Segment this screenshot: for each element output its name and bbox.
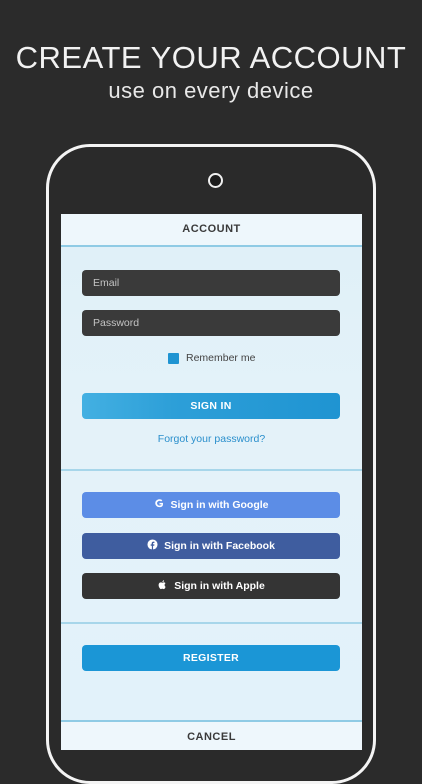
facebook-label: Sign in with Facebook [164,540,275,552]
remember-label: Remember me [186,352,256,364]
forgot-password-link[interactable]: Forgot your password? [61,433,362,445]
password-field[interactable] [82,310,340,336]
remember-checkbox[interactable] [168,352,179,364]
section-divider [61,469,362,471]
apple-label: Sign in with Apple [174,580,265,592]
facebook-icon [147,539,158,550]
remember-me[interactable]: Remember me [168,351,255,365]
apple-signin-button[interactable]: Sign in with Apple [82,573,340,599]
google-icon [154,499,163,508]
camera-icon [208,173,223,188]
account-screen: ACCOUNT Remember me SIGN IN Forgot your … [61,214,362,750]
screen-title: ACCOUNT [61,214,362,247]
google-label: Sign in with Google [170,499,269,511]
apple-icon [158,580,166,590]
google-signin-button[interactable]: Sign in with Google [82,492,340,518]
email-field[interactable] [82,270,340,296]
register-button[interactable]: REGISTER [82,645,340,671]
facebook-signin-button[interactable]: Sign in with Facebook [82,533,340,559]
promo-subline: use on every device [108,78,314,103]
section-divider [61,622,362,624]
cancel-button[interactable]: CANCEL [61,720,362,750]
promo-headline: CREATE YOUR ACCOUNT [15,40,407,75]
sign-in-button[interactable]: SIGN IN [82,393,340,419]
